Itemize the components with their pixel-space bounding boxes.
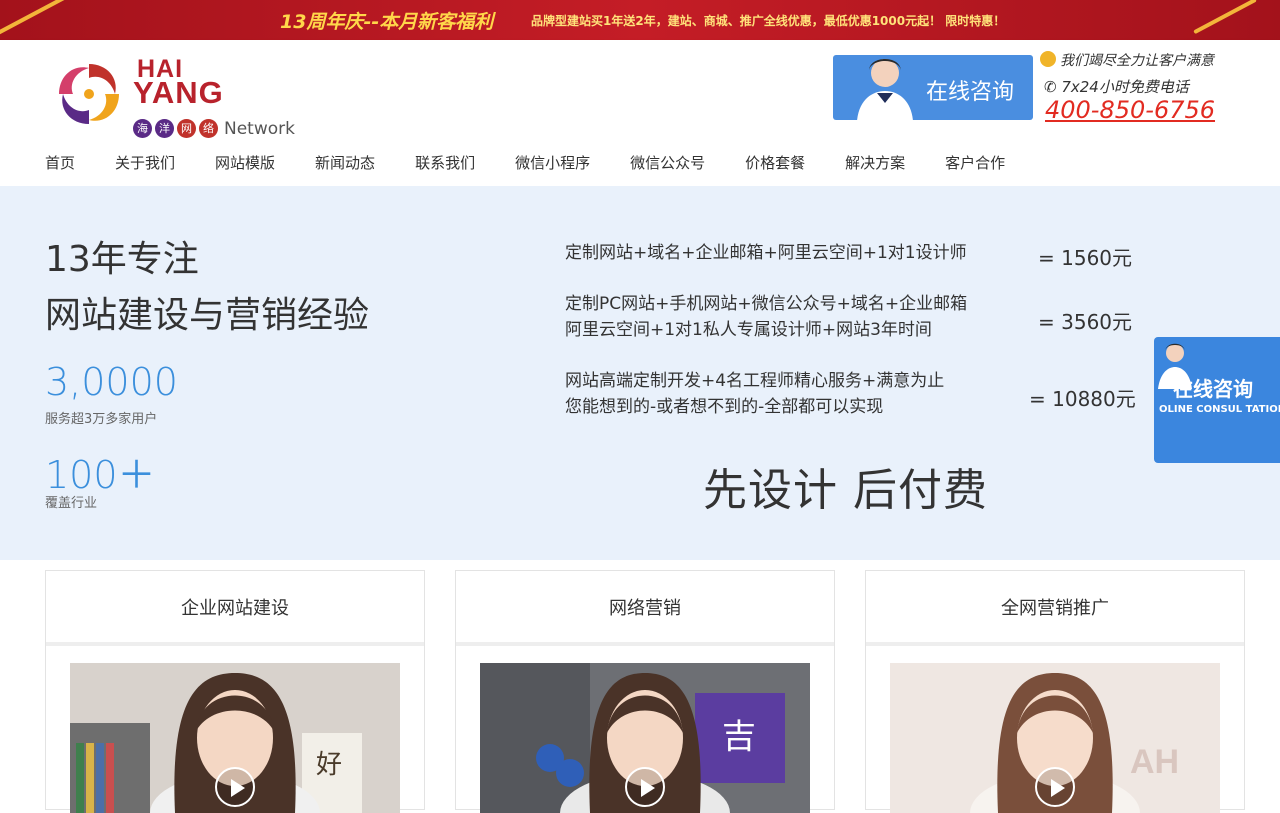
package-line: 您能想到的-或者想不到的-全部都可以实现 [565,397,884,417]
service-slogan-text: 我们竭尽全力让客户满意 [1060,53,1214,69]
package-line: 网站高端定制开发+4名工程师精心服务+满意为止 [565,371,945,391]
decor-streak [0,0,67,37]
background-sign-text: AH [1130,743,1179,781]
promo-offer: 品牌型建站买1年送2年，建站、商城、推广全线优惠，最低优惠1000元起！ 限时特… [531,14,1006,28]
hero-title-line1: 13年专注 [45,239,199,280]
floating-consult-button[interactable]: 在线咨询 OLINE CONSUL TATION [1154,337,1280,463]
nav-item-mini-program[interactable]: 微信小程序 [515,152,590,173]
nav-item-templates[interactable]: 网站模版 [215,152,275,173]
play-icon[interactable] [1035,767,1075,807]
logo-swirl-icon [59,64,119,124]
hero-title-line2: 网站建设与营销经验 [45,295,370,336]
hero-slogan: 先设计 后付费 [703,465,988,516]
service-card-website[interactable]: 企业网站建设 好 [45,570,425,813]
nav-item-about[interactable]: 关于我们 [115,152,175,173]
nav-item-contact[interactable]: 联系我们 [415,152,475,173]
card-title: 全网营销推广 [866,571,1244,646]
site-header: HAI YANG 海 洋 网 络 Network 在线咨询 我们竭尽全力让客户满… [0,40,1280,186]
online-consult-label: 在线咨询 [926,80,1015,105]
nav-item-partners[interactable]: 客户合作 [945,152,1005,173]
package-3-desc: 网站高端定制开发+4名工程师精心服务+满意为止 您能想到的-或者想不到的-全部都… [565,368,944,420]
floating-consult-label: 在线咨询 [1173,377,1253,401]
nav-item-pricing[interactable]: 价格套餐 [745,152,805,173]
package-line: 定制PC网站+手机网站+微信公众号+域名+企业邮箱 [565,294,968,314]
package-line: 定制网站+域名+企业邮箱+阿里云空间+1对1设计师 [565,243,967,263]
site-logo[interactable]: HAI YANG 海 洋 网 络 Network [55,55,300,139]
package-1-price: = 1560元 [1038,246,1133,270]
logo-network-text: Network [224,119,295,139]
card-video-thumbnail[interactable]: 吉 [480,663,810,813]
online-consult-button[interactable]: 在线咨询 [833,55,1033,120]
card-title: 网络营销 [456,571,834,646]
nav-item-official-account[interactable]: 微信公众号 [630,152,705,173]
logo-text-yang: YANG [133,75,224,110]
package-2-price: = 3560元 [1038,310,1133,334]
package-1-desc: 定制网站+域名+企业邮箱+阿里云空间+1对1设计师 [565,240,967,266]
package-line: 阿里云空间+1对1私人专属设计师+网站3年时间 [565,320,932,340]
floating-consult-sub: OLINE CONSUL TATION [1159,404,1280,415]
background-sign-text: 吉 [722,717,756,757]
service-card-marketing[interactable]: 网络营销 吉 [455,570,835,813]
nav-item-solutions[interactable]: 解决方案 [845,152,905,173]
card-video-thumbnail[interactable]: 好 [70,663,400,813]
hero-section: 13年专注 网站建设与营销经验 3,0000 服务超3万多家用户 100＋ 覆盖… [0,186,1280,560]
nav-item-home[interactable]: 首页 [45,152,75,173]
stat-industries-label: 覆盖行业 [45,496,98,511]
medal-icon [1040,51,1056,67]
promo-banner[interactable]: 13周年庆--本月新客福利 品牌型建站买1年送2年，建站、商城、推广全线优惠，最… [0,0,1280,40]
stat-industries-number: 100＋ [45,453,156,497]
hotline-label: ✆ 7x24小时免费电话 [1044,78,1189,96]
logo-char: 洋 [155,119,174,138]
stat-customers-label: 服务超3万多家用户 [45,412,158,427]
play-icon[interactable] [215,767,255,807]
phone-number[interactable]: 400-850-6756 [1045,96,1215,124]
support-agent-icon [857,59,913,120]
hotline-label-text: 7x24小时免费电话 [1061,78,1189,96]
decor-streak [1193,0,1257,35]
card-title: 企业网站建设 [46,571,424,646]
package-3-price: = 10880元 [1029,387,1136,411]
logo-char: 海 [133,119,152,138]
logo-char: 络 [199,119,218,138]
package-2-desc: 定制PC网站+手机网站+微信公众号+域名+企业邮箱 阿里云空间+1对1私人专属设… [565,291,967,343]
card-video-thumbnail[interactable]: AH [890,663,1220,813]
service-slogan: 我们竭尽全力让客户满意 [1040,50,1214,70]
background-sign-text: 好 [316,750,342,780]
service-card-promotion[interactable]: 全网营销推广 AH [865,570,1245,813]
main-nav: 首页 关于我们 网站模版 新闻动态 联系我们 微信小程序 微信公众号 价格套餐 … [45,152,1045,173]
logo-chars: 海 洋 网 络 [133,119,218,138]
play-icon[interactable] [625,767,665,807]
logo-char: 网 [177,119,196,138]
promo-headline: 13周年庆--本月新客福利 [280,11,494,33]
nav-item-news[interactable]: 新闻动态 [315,152,375,173]
stat-customers-number: 3,0000 [45,360,178,404]
